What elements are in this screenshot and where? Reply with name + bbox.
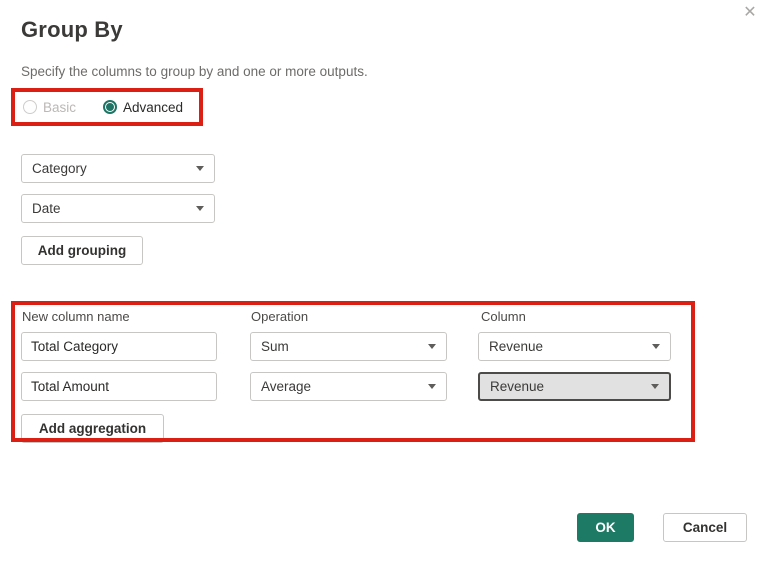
group-column-dropdown-2[interactable]: Date	[21, 194, 215, 223]
radio-advanced-dot-icon	[106, 103, 115, 111]
radio-advanced-label: Advanced	[123, 99, 184, 115]
radio-basic-circle-icon	[23, 100, 37, 114]
operation-dropdown-2[interactable]: Average	[250, 372, 447, 401]
header-column: Column	[481, 309, 526, 324]
column-dropdown-1[interactable]: Revenue	[478, 332, 671, 361]
chevron-down-icon	[652, 344, 660, 349]
mode-radio-group: Basic Advanced	[23, 98, 183, 116]
ok-button[interactable]: OK	[577, 513, 634, 542]
chevron-down-icon	[196, 166, 204, 171]
operation-dropdown-1[interactable]: Sum	[250, 332, 447, 361]
header-operation: Operation	[251, 309, 309, 324]
chevron-down-icon	[651, 384, 659, 389]
dialog-title: Group By	[21, 17, 123, 42]
new-column-name-input-2[interactable]	[21, 372, 217, 401]
operation-dropdown-1-value: Sum	[261, 339, 289, 354]
close-icon[interactable]: ✕	[738, 0, 762, 24]
column-dropdown-2[interactable]: Revenue	[478, 372, 671, 401]
column-dropdown-2-value: Revenue	[490, 379, 545, 394]
group-by-dialog: ✕ Group By Specify the columns to group …	[0, 0, 768, 561]
dialog-subtitle: Specify the columns to group by and one …	[21, 64, 368, 79]
radio-basic-label: Basic	[43, 99, 77, 115]
chevron-down-icon	[428, 384, 436, 389]
add-grouping-button[interactable]: Add grouping	[21, 236, 143, 265]
add-aggregation-button[interactable]: Add aggregation	[21, 414, 164, 443]
radio-advanced-circle-icon	[103, 100, 118, 114]
group-column-dropdown-2-value: Date	[32, 201, 61, 216]
header-new-column-name: New column name	[22, 309, 130, 324]
cancel-button[interactable]: Cancel	[663, 513, 747, 542]
radio-advanced[interactable]: Advanced	[103, 100, 183, 115]
chevron-down-icon	[196, 206, 204, 211]
radio-basic[interactable]: Basic	[23, 100, 76, 115]
group-column-dropdown-1[interactable]: Category	[21, 154, 215, 183]
new-column-name-input-1[interactable]	[21, 332, 217, 361]
column-dropdown-1-value: Revenue	[489, 339, 544, 354]
chevron-down-icon	[428, 344, 436, 349]
group-column-dropdown-1-value: Category	[32, 161, 87, 176]
operation-dropdown-2-value: Average	[261, 379, 312, 394]
